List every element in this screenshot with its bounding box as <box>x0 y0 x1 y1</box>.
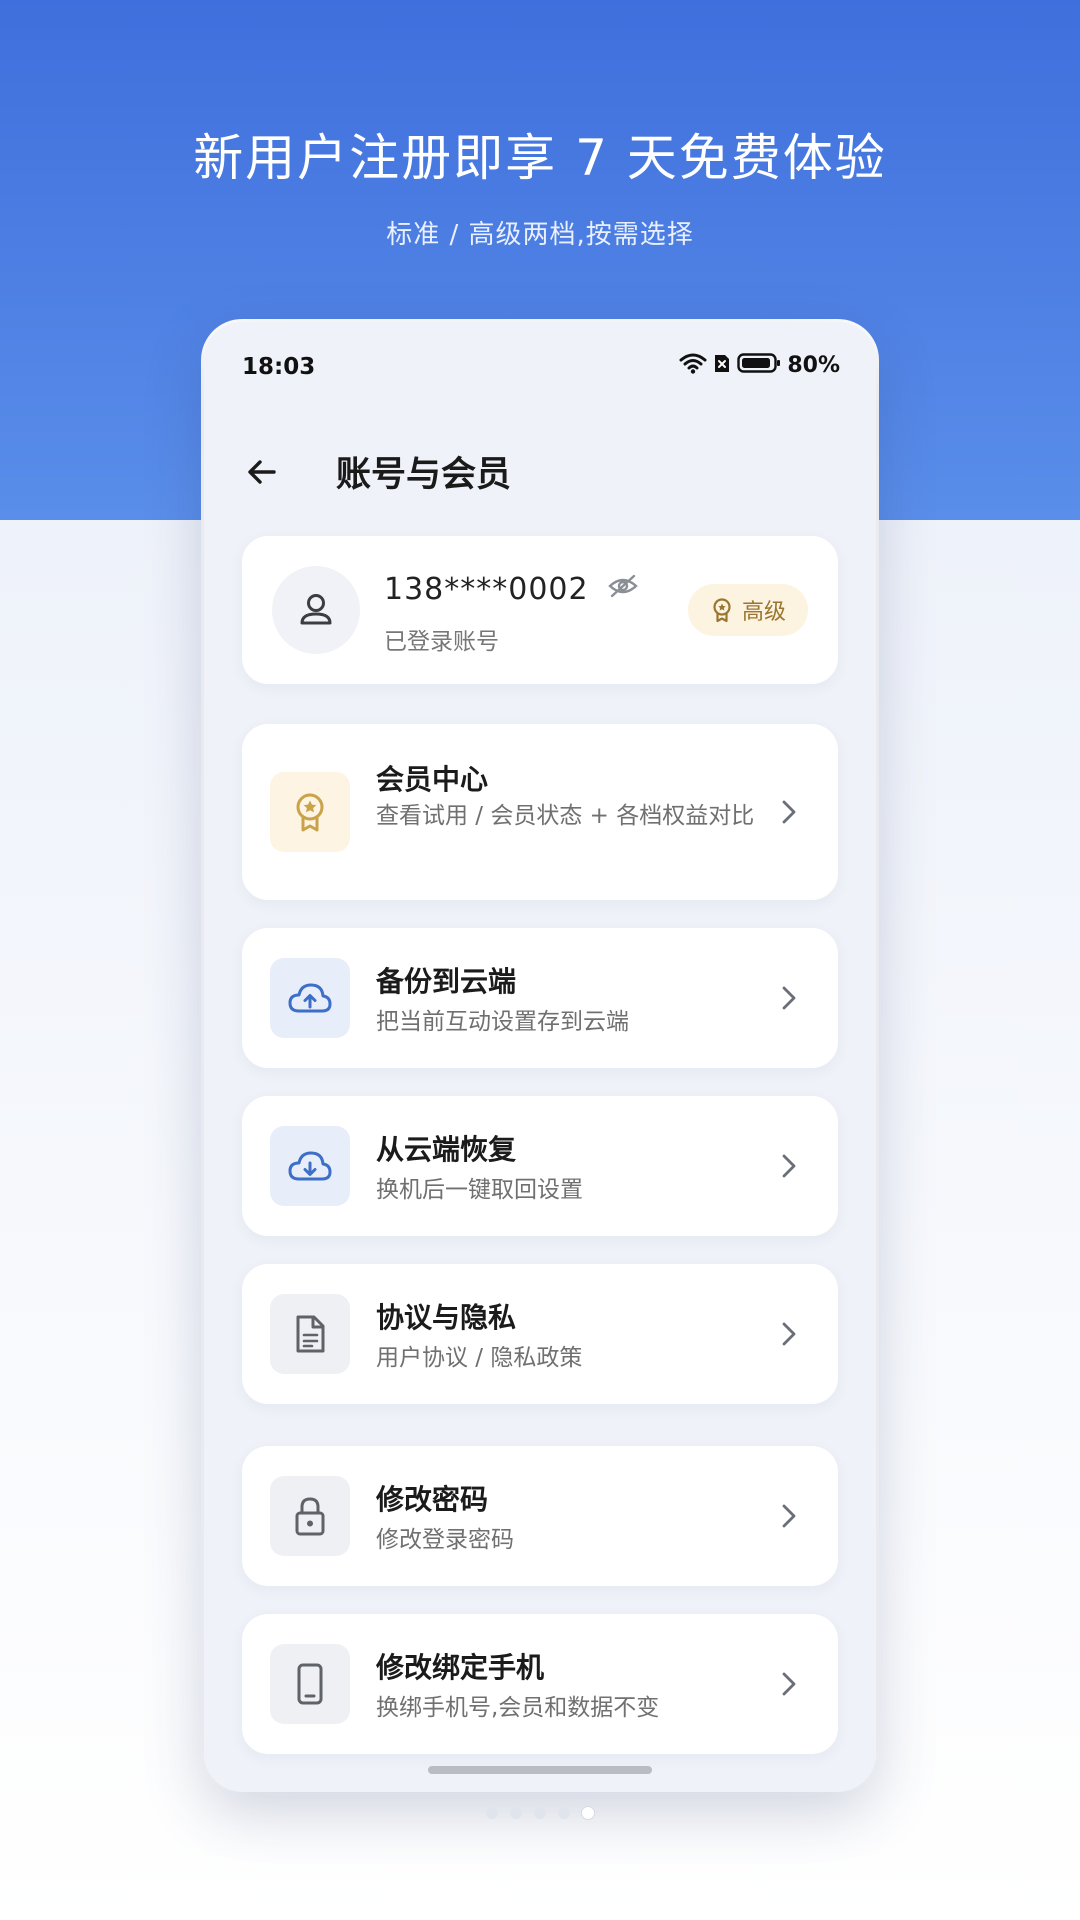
award-icon <box>296 793 324 832</box>
account-phone: 138****0002 <box>384 572 639 607</box>
carousel-dot-active[interactable] <box>582 1807 594 1819</box>
tier-badge: 高级 <box>687 584 808 636</box>
icon-box <box>270 958 350 1038</box>
battery-icon <box>737 352 781 378</box>
menu-item-backup-cloud[interactable]: 备份到云端 把当前互动设置存到云端 <box>242 928 838 1068</box>
battery-percent: 80% <box>787 352 840 378</box>
eye-off-icon[interactable] <box>607 572 639 607</box>
carousel-dot[interactable] <box>534 1807 546 1819</box>
carousel-dot[interactable] <box>510 1807 522 1819</box>
carousel-dots <box>0 1807 1080 1819</box>
menu-item-desc: 用户协议 / 隐私政策 <box>376 1345 583 1371</box>
wifi-icon <box>679 352 707 378</box>
chevron-right-icon <box>776 1153 802 1179</box>
menu-item-desc: 查看试用 / 会员状态 + 各档权益对比 <box>376 803 755 829</box>
icon-box <box>270 1644 350 1724</box>
menu-item-desc: 修改登录密码 <box>376 1527 514 1553</box>
icon-box <box>270 1126 350 1206</box>
profile-card[interactable]: 138****0002 已登录账号 高级 <box>242 536 838 684</box>
menu-item-change-phone[interactable]: 修改绑定手机 换绑手机号,会员和数据不变 <box>242 1614 838 1754</box>
status-time: 18:03 <box>242 354 316 380</box>
menu-item-title: 备份到云端 <box>376 965 517 998</box>
menu-item-title: 从云端恢复 <box>376 1133 517 1166</box>
back-button[interactable] <box>234 444 290 500</box>
carousel-dot[interactable] <box>558 1807 570 1819</box>
menu-item-desc: 把当前互动设置存到云端 <box>376 1009 629 1035</box>
chevron-right-icon <box>776 799 802 825</box>
app-bar: 账号与会员 <box>204 422 876 522</box>
award-icon <box>713 598 731 623</box>
phone-mockup: 18:03 80% 账号与会员 138****0002 已登录账号 高级 会员中… <box>204 322 876 1792</box>
menu-item-change-password[interactable]: 修改密码 修改登录密码 <box>242 1446 838 1586</box>
chevron-right-icon <box>776 1671 802 1697</box>
account-phone-text: 138****0002 <box>384 572 589 607</box>
icon-box <box>270 1294 350 1374</box>
cloud-upload-icon <box>288 983 332 1013</box>
menu-item-restore-cloud[interactable]: 从云端恢复 换机后一键取回设置 <box>242 1096 838 1236</box>
banner-headline: 新用户注册即享 7 天免费体验 <box>193 129 887 187</box>
menu-item-desc: 换机后一键取回设置 <box>376 1177 583 1203</box>
menu-item-title: 协议与隐私 <box>376 1301 517 1334</box>
lock-icon <box>295 1497 325 1536</box>
arrow-left-icon <box>248 460 276 484</box>
carousel-dot[interactable] <box>486 1807 498 1819</box>
login-status: 已登录账号 <box>384 629 499 655</box>
status-bar: 18:03 80% <box>204 322 876 412</box>
status-icons: 80% <box>679 352 840 378</box>
menu-item-member-center[interactable]: 会员中心 查看试用 / 会员状态 + 各档权益对比 <box>242 724 838 900</box>
menu-item-title: 会员中心 <box>376 763 489 796</box>
icon-box <box>270 772 350 852</box>
menu-item-desc: 换绑手机号,会员和数据不变 <box>376 1695 660 1721</box>
sim-blocked-icon <box>713 352 731 378</box>
cloud-download-icon <box>288 1151 332 1181</box>
icon-box <box>270 1476 350 1556</box>
smartphone-icon <box>297 1663 323 1705</box>
menu-item-agreement-privacy[interactable]: 协议与隐私 用户协议 / 隐私政策 <box>242 1264 838 1404</box>
chevron-right-icon <box>776 985 802 1011</box>
menu-item-title: 修改密码 <box>376 1483 489 1516</box>
page-title: 账号与会员 <box>336 455 512 495</box>
chevron-right-icon <box>776 1321 802 1347</box>
document-icon <box>296 1315 325 1353</box>
tier-label: 高级 <box>741 600 786 625</box>
avatar <box>272 566 360 654</box>
person-icon <box>300 594 332 625</box>
chevron-right-icon <box>776 1503 802 1529</box>
home-indicator[interactable] <box>428 1766 652 1774</box>
banner-subhead: 标准 / 高级两档,按需选择 <box>386 220 694 250</box>
menu-item-title: 修改绑定手机 <box>376 1651 545 1684</box>
